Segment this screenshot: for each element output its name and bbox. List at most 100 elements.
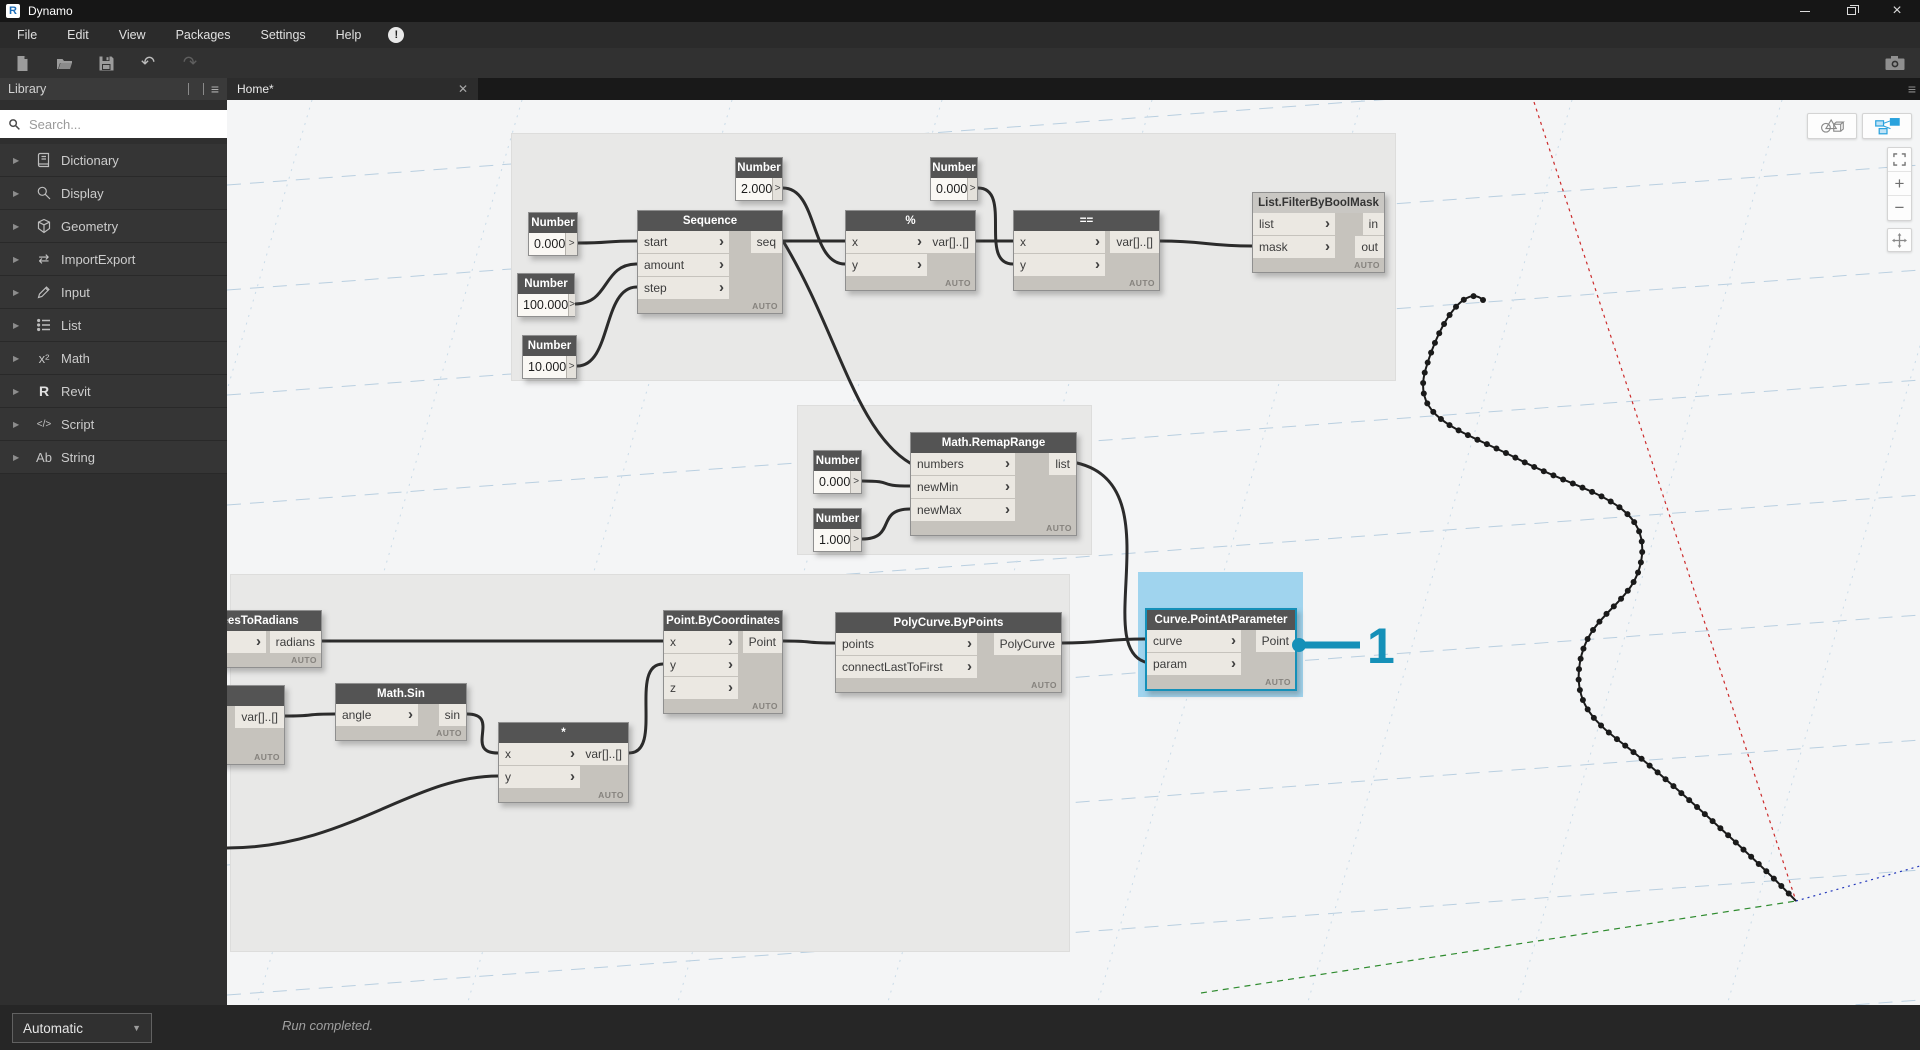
node-modulo[interactable]: % x › y › var[]..[] AUTO	[845, 210, 976, 291]
node-sequence[interactable]: Sequence start › amount › step › seq AUTO	[637, 210, 783, 314]
input-port-x[interactable]: x ›	[846, 231, 927, 253]
close-button[interactable]: ×	[1874, 0, 1920, 22]
output-port-sin[interactable]: sin	[438, 704, 466, 726]
number-value-input[interactable]: 0.000	[931, 178, 969, 200]
node-remap-range[interactable]: Math.RemapRange numbers › newMin › newMax › lis…	[910, 432, 1077, 536]
tab-close-icon[interactable]: ✕	[458, 82, 468, 96]
output-port-radians[interactable]: radians	[269, 631, 321, 653]
wire[interactable]	[781, 186, 847, 266]
wire[interactable]	[781, 639, 837, 645]
wire[interactable]	[575, 285, 639, 368]
input-port-list[interactable]: list ›	[1253, 213, 1335, 235]
redo-icon[interactable]: ↷	[180, 53, 200, 73]
number-value-input[interactable]: 1.000	[814, 529, 852, 551]
expander-icon[interactable]: ▶	[13, 156, 27, 165]
sidebar-item-script[interactable]: ▶ </> Script	[0, 408, 227, 441]
expander-icon[interactable]: ▶	[13, 453, 27, 462]
input-port-newMax[interactable]: newMax ›	[911, 499, 1015, 521]
node-equals[interactable]: == x › y › var[]..[] AUTO	[1013, 210, 1160, 291]
node-number-start[interactable]: Number 0.000 >	[528, 212, 578, 256]
wire[interactable]	[1158, 239, 1254, 248]
output-port-var[interactable]: var[]..[]	[235, 706, 284, 728]
node-number-one[interactable]: Number 1.000 >	[813, 508, 862, 552]
node-number-amount[interactable]: Number 100.000 >	[517, 273, 576, 317]
input-port-connectLastToFirst[interactable]: connectLastToFirst ›	[836, 656, 977, 678]
sidebar-item-input[interactable]: ▶ Input	[0, 276, 227, 309]
node-filter-by-bool-mask[interactable]: List.FilterByBoolMask list › mask › in out AUTO	[1252, 192, 1385, 273]
camera-icon[interactable]	[1884, 52, 1906, 74]
number-value-input[interactable]: 100.000	[518, 294, 570, 316]
input-port-param[interactable]: param ›	[1147, 653, 1241, 675]
wire[interactable]	[627, 662, 665, 755]
input-port-z[interactable]: z ›	[664, 677, 738, 699]
tabbar-menu-icon[interactable]: ≡	[1908, 81, 1916, 97]
output-port-PolyCurve[interactable]: PolyCurve	[993, 633, 1061, 655]
output-port[interactable]: >	[851, 471, 861, 493]
input-port-numbers[interactable]: numbers ›	[911, 453, 1015, 475]
node-curve-point-at-parameter[interactable]: Curve.PointAtParameter curve › param › Point A…	[1145, 608, 1297, 691]
input-port-mask[interactable]: mask ›	[1253, 236, 1335, 258]
input-port-y[interactable]: y ›	[499, 766, 580, 788]
expander-icon[interactable]: ▶	[13, 255, 27, 264]
input-port-degrees[interactable]: degrees›	[227, 631, 266, 653]
sidebar-item-list[interactable]: ▶ List	[0, 309, 227, 342]
undo-icon[interactable]: ↶	[138, 53, 158, 73]
input-port-x[interactable]: x ›	[1014, 231, 1105, 253]
new-file-icon[interactable]	[12, 53, 32, 73]
node-point-by-coordinates[interactable]: Point.ByCoordinates x › y › z › Point AUTO	[663, 610, 783, 714]
input-port-curve[interactable]: curve ›	[1147, 630, 1241, 652]
expander-icon[interactable]: ▶	[13, 321, 27, 330]
input-port-newMin[interactable]: newMin ›	[911, 476, 1015, 498]
expander-icon[interactable]: ▶	[13, 189, 27, 198]
library-view-icon[interactable]: ≡	[211, 81, 219, 97]
expander-icon[interactable]: ▶	[13, 420, 27, 429]
menu-help[interactable]: Help	[321, 22, 377, 48]
sidebar-item-math[interactable]: ▶ x² Math	[0, 342, 227, 375]
node-number-two[interactable]: Number 2.000 >	[735, 157, 783, 201]
wire[interactable]	[283, 712, 337, 718]
output-port[interactable]: >	[567, 356, 576, 378]
node-math-sin[interactable]: Math.Sin angle › sin AUTO	[335, 683, 467, 741]
wire[interactable]	[860, 479, 912, 488]
input-port-y[interactable]: y ›	[664, 654, 738, 676]
run-mode-dropdown[interactable]: Automatic ▼	[12, 1013, 152, 1043]
input-port-y[interactable]: y ›	[1014, 254, 1105, 276]
output-port[interactable]: >	[968, 178, 977, 200]
tab-home[interactable]: Home* ✕	[227, 78, 478, 100]
number-value-input[interactable]: 0.000	[529, 233, 567, 255]
menu-edit[interactable]: Edit	[52, 22, 104, 48]
sidebar-item-display[interactable]: ▶ Display	[0, 177, 227, 210]
menu-view[interactable]: View	[104, 22, 161, 48]
wire[interactable]	[860, 507, 912, 541]
number-value-input[interactable]: 10.000	[523, 356, 568, 378]
sidebar-item-dictionary[interactable]: ▶ Dictionary	[0, 144, 227, 177]
output-port-list[interactable]: list	[1049, 453, 1076, 475]
node-degrees-to-radians[interactable]: DegreesToRadiansdegrees› radians AUTO	[227, 610, 322, 668]
node-number-zero-top[interactable]: Number 0.000 >	[930, 157, 978, 201]
output-port-in[interactable]: in	[1362, 213, 1384, 235]
output-port-out[interactable]: out	[1355, 236, 1384, 258]
sidebar-item-string[interactable]: ▶ Ab String	[0, 441, 227, 474]
output-port-var[interactable]: var[]..[]	[1110, 231, 1159, 253]
node-polycurve-by-points[interactable]: PolyCurve.ByPoints points › connectLastToFi…	[835, 612, 1062, 693]
input-port-y[interactable]: y ›	[846, 254, 927, 276]
input-port-amount[interactable]: amount ›	[638, 254, 729, 276]
wire[interactable]	[573, 262, 639, 306]
menu-settings[interactable]: Settings	[245, 22, 320, 48]
wire[interactable]	[1075, 461, 1147, 664]
save-icon[interactable]	[96, 53, 116, 73]
wire[interactable]	[465, 712, 500, 755]
input-port-x[interactable]: x ›	[664, 631, 738, 653]
search-input[interactable]	[29, 116, 219, 132]
output-port-Point[interactable]: Point	[742, 631, 782, 653]
input-port-points[interactable]: points ›	[836, 633, 977, 655]
wire[interactable]	[576, 239, 639, 245]
node-var-node[interactable]: var[]..[] AUTO	[227, 685, 285, 765]
input-port-angle[interactable]: angle ›	[336, 704, 418, 726]
expander-icon[interactable]: ▶	[13, 387, 27, 396]
node-multiply[interactable]: * x › y › var[]..[] AUTO	[498, 722, 629, 803]
input-port-step[interactable]: step ›	[638, 277, 729, 299]
restore-button[interactable]	[1828, 0, 1874, 22]
node-number-step[interactable]: Number 10.000 >	[522, 335, 577, 379]
output-port-var[interactable]: var[]..[]	[926, 231, 975, 253]
